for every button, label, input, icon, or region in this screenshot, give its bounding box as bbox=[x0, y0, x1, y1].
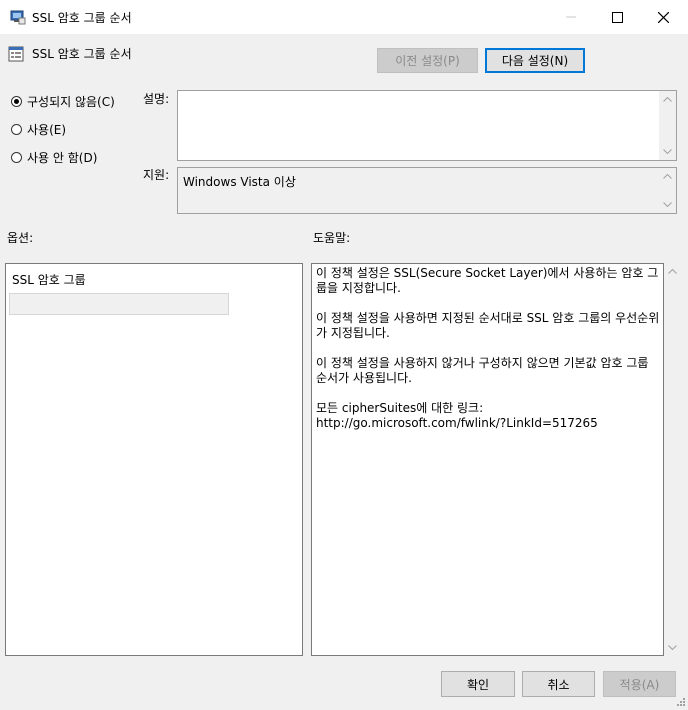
policy-app-icon bbox=[10, 9, 26, 25]
help-scrollbar[interactable] bbox=[664, 263, 681, 656]
scroll-up-icon[interactable] bbox=[659, 168, 676, 185]
radio-not-configured[interactable]: 구성되지 않음(C) bbox=[11, 93, 115, 110]
supported-scrollbar[interactable] bbox=[659, 168, 676, 213]
help-label: 도움말: bbox=[313, 231, 351, 245]
options-label: 옵션: bbox=[7, 231, 34, 245]
ok-button[interactable]: 확인 bbox=[441, 671, 515, 697]
minimize-button[interactable] bbox=[548, 0, 594, 34]
maximize-icon bbox=[611, 11, 623, 23]
comment-scrollbar[interactable] bbox=[659, 91, 676, 160]
supported-value: Windows Vista 이상 bbox=[183, 175, 296, 189]
close-button[interactable] bbox=[640, 0, 686, 34]
scroll-down-icon[interactable] bbox=[659, 196, 676, 213]
previous-setting-button[interactable]: 이전 설정(P) bbox=[377, 48, 478, 73]
help-paragraph-2: 이 정책 설정을 사용하면 지정된 순서대로 SSL 암호 그룹의 우선순위가 … bbox=[316, 311, 660, 340]
scroll-down-icon[interactable] bbox=[659, 143, 676, 160]
help-paragraph-3: 이 정책 설정을 사용하지 않거나 구성하지 않으면 기본값 암호 그룹 순서가… bbox=[316, 356, 653, 385]
setting-title: SSL 암호 그룹 순서 bbox=[32, 47, 132, 61]
scroll-down-icon[interactable] bbox=[664, 639, 681, 656]
radio-button[interactable] bbox=[11, 124, 22, 135]
help-paragraph-1: 이 정책 설정은 SSL(Secure Socket Layer)에서 사용하는… bbox=[316, 266, 659, 295]
radio-enabled[interactable]: 사용(E) bbox=[11, 121, 66, 138]
radio-disabled[interactable]: 사용 안 함(D) bbox=[11, 149, 97, 166]
close-icon bbox=[657, 11, 669, 23]
cancel-button[interactable]: 취소 bbox=[522, 671, 595, 697]
maximize-button[interactable] bbox=[594, 0, 640, 34]
comment-label: 설명: bbox=[143, 92, 170, 106]
radio-label: 사용(E) bbox=[27, 123, 67, 137]
cipher-suites-input[interactable] bbox=[9, 293, 229, 315]
apply-button[interactable]: 적용(A) bbox=[603, 671, 676, 697]
help-paragraph-4: 모든 cipherSuites에 대한 링크: http://go.micros… bbox=[316, 401, 598, 430]
scroll-up-icon[interactable] bbox=[664, 263, 681, 280]
radio-label: 구성되지 않음(C) bbox=[27, 95, 115, 109]
scroll-up-icon[interactable] bbox=[659, 91, 676, 108]
setting-icon bbox=[8, 46, 24, 62]
radio-label: 사용 안 함(D) bbox=[27, 151, 98, 165]
comment-textarea[interactable] bbox=[177, 90, 677, 161]
radio-button[interactable] bbox=[11, 152, 22, 163]
help-panel: 이 정책 설정은 SSL(Secure Socket Layer)에서 사용하는… bbox=[311, 263, 664, 656]
supported-field: Windows Vista 이상 bbox=[177, 167, 677, 214]
next-setting-button[interactable]: 다음 설정(N) bbox=[485, 48, 585, 73]
radio-button-checked[interactable] bbox=[11, 96, 22, 107]
minimize-icon bbox=[566, 16, 576, 18]
cipher-suites-label: SSL 암호 그룹 bbox=[12, 273, 86, 287]
window-title: SSL 암호 그룹 순서 bbox=[32, 11, 132, 25]
supported-label: 지원: bbox=[143, 168, 170, 182]
resize-grip-icon[interactable] bbox=[676, 696, 686, 706]
options-panel: SSL 암호 그룹 bbox=[5, 263, 303, 656]
